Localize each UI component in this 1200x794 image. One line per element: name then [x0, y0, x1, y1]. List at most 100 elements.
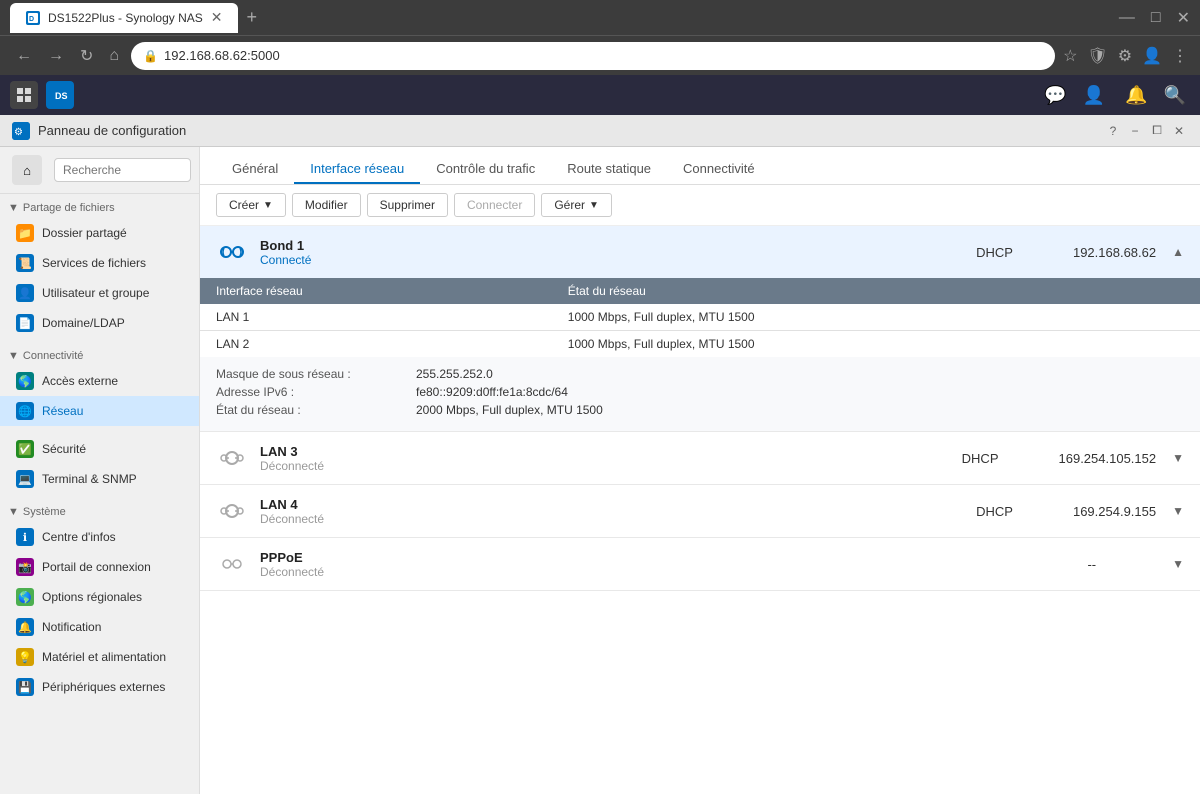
sidebar-section-sharing-header[interactable]: ▼ Partage de fichiers: [0, 198, 199, 218]
table-row-lan2[interactable]: LAN 2 1000 Mbps, Full duplex, MTU 1500: [200, 331, 1200, 358]
sidebar-item-peripheriques[interactable]: 💾 Périphériques externes: [0, 672, 199, 702]
ipv6-row: Adresse IPv6 : fe80::9209:d0ff:fe1a:8cdc…: [216, 385, 1184, 399]
net-item-lan3-right: DHCP 169.254.105.152: [962, 451, 1156, 466]
supprimer-label: Supprimer: [380, 198, 435, 212]
close-browser-button[interactable]: ✕: [1177, 8, 1190, 28]
new-tab-button[interactable]: +: [246, 7, 257, 28]
gerer-label: Gérer: [554, 198, 585, 212]
tab-interface-reseau[interactable]: Interface réseau: [294, 155, 420, 184]
svg-text:⚙: ⚙: [14, 127, 23, 138]
utilisateur-icon: 👤: [16, 284, 34, 302]
minimize-browser-button[interactable]: —: [1119, 9, 1135, 27]
bond1-protocol: DHCP: [976, 245, 1013, 260]
sidebar-item-terminal-label: Terminal & SNMP: [42, 472, 137, 486]
window-icon: ⚙: [12, 122, 30, 140]
chevron-down-icon-3: ▼: [8, 506, 19, 518]
star-icon[interactable]: ☆: [1063, 46, 1077, 66]
restore-browser-button[interactable]: □: [1151, 9, 1161, 27]
chat-icon[interactable]: 💬: [1044, 85, 1066, 106]
app-dsm-icon[interactable]: DS: [46, 81, 74, 109]
net-item-lan4-right: DHCP 169.254.9.155: [976, 504, 1156, 519]
menu-icon[interactable]: ⋮: [1172, 46, 1188, 66]
sidebar-item-securite-label: Sécurité: [42, 442, 86, 456]
sidebar-section-connectivity-header[interactable]: ▼ Connectivité: [0, 346, 199, 366]
sidebar-item-centre[interactable]: ℹ Centre d'infos: [0, 522, 199, 552]
sidebar-item-reseau-label: Réseau: [42, 404, 83, 418]
gerer-button[interactable]: Gérer ▼: [541, 193, 612, 217]
sidebar-item-dossier[interactable]: 📁 Dossier partagé: [0, 218, 199, 248]
bond-icon: [216, 236, 248, 268]
sidebar-item-terminal[interactable]: 💻 Terminal & SNMP: [0, 464, 199, 494]
net-item-pppoe-right: --: [1087, 557, 1156, 572]
sidebar-section-system-header[interactable]: ▼ Système: [0, 502, 199, 522]
window-titlebar: ⚙ Panneau de configuration ? − ⧠ ✕: [0, 115, 1200, 147]
connecter-label: Connecter: [467, 198, 522, 212]
lan4-ip: 169.254.9.155: [1073, 504, 1156, 519]
net-item-bond1-header[interactable]: Bond 1 Connecté DHCP 192.168.68.62 ▲: [200, 226, 1200, 278]
minimize-button[interactable]: −: [1126, 122, 1144, 140]
sidebar-item-securite[interactable]: ✅ Sécurité: [0, 434, 199, 464]
extensions-icon[interactable]: ⚙: [1118, 46, 1132, 66]
shield-icon[interactable]: 🛡: [1087, 46, 1107, 66]
bond1-name: Bond 1: [260, 238, 976, 253]
subnet-row: Masque de sous réseau : 255.255.252.0: [216, 367, 1184, 381]
chevron-down-icon: ▼: [8, 202, 19, 214]
back-button[interactable]: ←: [12, 45, 36, 67]
tab-route-statique[interactable]: Route statique: [551, 155, 667, 184]
tab-controle-trafic[interactable]: Contrôle du trafic: [420, 155, 551, 184]
sidebar-item-utilisateur[interactable]: 👤 Utilisateur et groupe: [0, 278, 199, 308]
portail-icon: 📸: [16, 558, 34, 576]
table-row-lan1[interactable]: LAN 1 1000 Mbps, Full duplex, MTU 1500: [200, 304, 1200, 331]
restore-button[interactable]: ⧠: [1148, 122, 1166, 140]
sidebar-item-domaine-label: Domaine/LDAP: [42, 316, 125, 330]
sidebar-section-system-label: Système: [23, 506, 66, 518]
tab-connectivite[interactable]: Connectivité: [667, 155, 771, 184]
net-item-pppoe-header[interactable]: PPPoE Déconnecté -- ▼: [200, 538, 1200, 590]
tab-close-button[interactable]: ✕: [211, 9, 223, 26]
connecter-button[interactable]: Connecter: [454, 193, 535, 217]
net-item-lan3-header[interactable]: LAN 3 Déconnecté DHCP 169.254.105.152 ▼: [200, 432, 1200, 484]
search-input[interactable]: [54, 158, 191, 182]
search-global-icon[interactable]: 🔍: [1164, 85, 1186, 106]
sidebar: ⌂ ▼ Partage de fichiers 📁 Dossier partag…: [0, 147, 200, 794]
centre-icon: ℹ: [16, 528, 34, 546]
services-icon: 📜: [16, 254, 34, 272]
modifier-button[interactable]: Modifier: [292, 193, 361, 217]
tab-general[interactable]: Général: [216, 155, 294, 184]
lan4-name: LAN 4: [260, 497, 976, 512]
home-sidebar-button[interactable]: ⌂: [12, 155, 42, 185]
sidebar-item-notification[interactable]: 🔔 Notification: [0, 612, 199, 642]
sidebar-item-materiel[interactable]: 💡 Matériel et alimentation: [0, 642, 199, 672]
home-button[interactable]: ⌂: [105, 45, 123, 67]
notifications-icon[interactable]: 🔔: [1125, 85, 1147, 106]
sidebar-item-services[interactable]: 📜 Services de fichiers: [0, 248, 199, 278]
close-window-button[interactable]: ✕: [1170, 122, 1188, 140]
address-bar[interactable]: 🔒 192.168.68.62:5000: [131, 42, 1055, 70]
address-text: 192.168.68.62:5000: [164, 48, 280, 63]
net-item-lan4-header[interactable]: LAN 4 Déconnecté DHCP 169.254.9.155 ▼: [200, 485, 1200, 537]
sidebar-item-portail[interactable]: 📸 Portail de connexion: [0, 552, 199, 582]
supprimer-button[interactable]: Supprimer: [367, 193, 448, 217]
network-state-label: État du réseau :: [216, 403, 416, 417]
securite-icon: ✅: [16, 440, 34, 458]
help-button[interactable]: ?: [1104, 122, 1122, 140]
terminal-icon: 💻: [16, 470, 34, 488]
options-icon: 🌎: [16, 588, 34, 606]
sidebar-item-options[interactable]: 🌎 Options régionales: [0, 582, 199, 612]
creer-button[interactable]: Créer ▼: [216, 193, 286, 217]
sidebar-item-reseau[interactable]: 🌐 Réseau: [0, 396, 199, 426]
user-icon[interactable]: 👤: [1083, 85, 1105, 106]
net-item-pppoe-info: PPPoE Déconnecté: [260, 550, 1087, 579]
profiles-icon[interactable]: 👤: [1142, 46, 1162, 66]
home-icon: ⌂: [23, 163, 31, 178]
sidebar-item-acces[interactable]: 🌎 Accès externe: [0, 366, 199, 396]
svg-text:DS: DS: [55, 91, 68, 101]
browser-tab[interactable]: D DS1522Plus - Synology NAS ✕: [10, 3, 238, 33]
reload-button[interactable]: ↻: [76, 44, 97, 68]
sidebar-item-domaine[interactable]: 📄 Domaine/LDAP: [0, 308, 199, 338]
sidebar-section-sharing: ▼ Partage de fichiers 📁 Dossier partagé …: [0, 194, 199, 342]
net-item-lan4: LAN 4 Déconnecté DHCP 169.254.9.155 ▼: [200, 485, 1200, 538]
forward-button[interactable]: →: [44, 45, 68, 67]
sidebar-item-utilisateur-label: Utilisateur et groupe: [42, 286, 149, 300]
app-grid-icon[interactable]: [10, 81, 38, 109]
